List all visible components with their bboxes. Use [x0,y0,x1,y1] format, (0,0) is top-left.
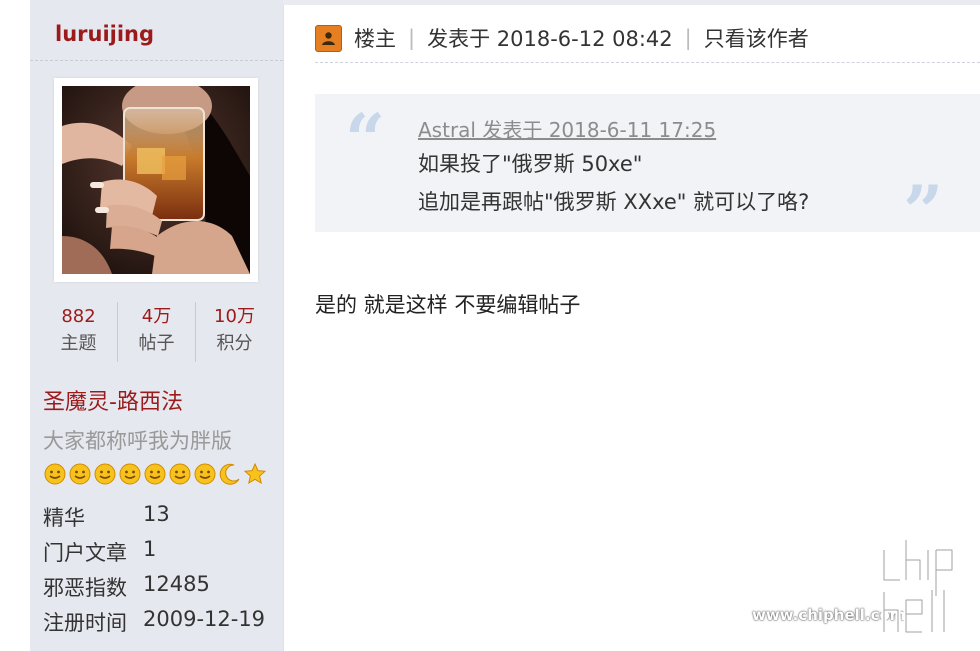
info-row-evil-index: 邪恶指数 12485 [43,572,278,602]
user-sidebar: luruijing 882 主题 4万 帖子 10万 积分 圣魔灵-路西法 大家… [30,0,284,651]
post-timestamp: 发表于 2018-6-12 08:42 [427,27,673,51]
smiley-face-icon [94,463,116,485]
info-value: 2009-12-19 [143,607,266,631]
op-label: 楼主 [354,27,396,51]
info-key: 精华 [43,506,85,530]
stat-value: 882 [61,306,96,327]
quote-text-line: 追加是再跟帖"俄罗斯 XXxe" 就可以了咯? [418,190,810,214]
info-value: 12485 [143,572,210,596]
smiley-face-icon [44,463,66,485]
stat-value: 4万 [141,306,172,327]
thread-starter-icon [315,24,342,52]
left-gutter [0,0,30,651]
quote-source-link[interactable]: Astral 发表于 2018-6-11 17:25 [418,114,716,143]
stat-label: 主题 [60,333,97,354]
info-row-portal-articles: 门户文章 1 [43,537,278,567]
user-rank[interactable]: 圣魔灵-路西法 [43,384,183,416]
top-divider [283,0,980,5]
separator: | [684,26,692,50]
post-header: 楼主 | 发表于 2018-6-12 08:42 | 只看该作者 [315,22,980,54]
header-divider [315,62,980,63]
info-row-register-date: 注册时间 2009-12-19 [43,607,278,637]
quote-block: “ Astral 发表于 2018-6-11 17:25 如果投了"俄罗斯 50… [315,94,980,252]
post-content: 是的 就是这样 不要编辑帖子 [315,293,581,317]
author-only-link[interactable]: 只看该作者 [704,23,809,53]
user-custom-title: 大家都称呼我为胖版 [43,429,232,453]
info-key: 门户文章 [43,541,127,565]
info-key: 注册时间 [43,611,127,635]
sidebar-divider [30,60,283,61]
open-quote-icon: “ [345,98,386,181]
smiley-face-icon [119,463,141,485]
separator: | [408,26,416,50]
medal-row [43,462,267,486]
avatar[interactable] [54,78,258,282]
quote-text-line: 如果投了"俄罗斯 50xe" [418,152,643,176]
moon-icon [219,463,240,485]
info-row-digest: 精华 13 [43,502,278,532]
avatar-image [62,86,250,274]
username-link[interactable]: luruijing [55,22,154,46]
stat-label: 积分 [216,333,253,354]
stat-posts[interactable]: 4万 帖子 [118,302,196,362]
star-icon [243,462,267,485]
stat-value: 10万 [214,306,255,327]
close-quote-icon: ” [903,170,944,253]
stat-threads[interactable]: 882 主题 [40,302,118,362]
info-value[interactable]: 13 [143,502,170,532]
smiley-face-icon [169,463,191,485]
info-value[interactable]: 1 [143,537,156,567]
smiley-face-icon [194,463,216,485]
info-key: 邪恶指数 [43,576,127,600]
user-stats: 882 主题 4万 帖子 10万 积分 [40,302,273,362]
stat-label: 帖子 [138,333,175,354]
stat-points[interactable]: 10万 积分 [196,302,273,362]
smiley-face-icon [144,463,166,485]
smiley-face-icon [69,463,91,485]
chiphell-logo [881,540,955,635]
